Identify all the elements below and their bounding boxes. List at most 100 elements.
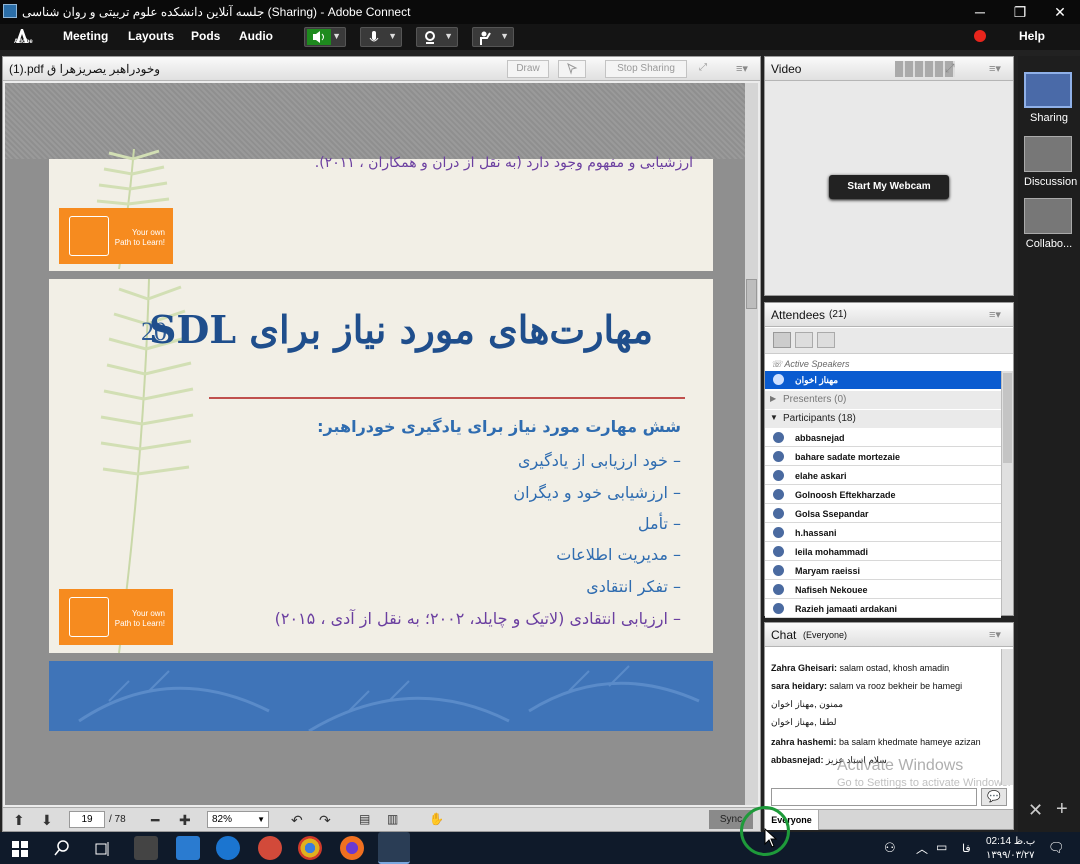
- participant-row[interactable]: elahe askari: [765, 467, 1001, 485]
- zoom-in-icon[interactable]: ✚: [179, 812, 191, 829]
- chevron-down-icon: ▼: [770, 413, 778, 422]
- chevron-down-icon[interactable]: ▼: [388, 31, 397, 41]
- pod-options-icon[interactable]: ≡▾: [989, 62, 1001, 75]
- chat-input[interactable]: [771, 788, 977, 806]
- menu-audio[interactable]: Audio: [239, 29, 273, 43]
- fullscreen-icon[interactable]: ⤢: [693, 60, 713, 78]
- active-speakers-label: ☏ Active Speakers: [771, 359, 850, 369]
- hand-tool-icon[interactable]: ✋: [429, 812, 444, 826]
- slide-subtitle: شش مهارت مورد نیاز برای یادگیری خودراهبر…: [317, 417, 681, 436]
- layout-sharing[interactable]: Sharing: [1024, 72, 1074, 124]
- raise-hand-toggle[interactable]: ▼: [472, 27, 514, 47]
- page-up-icon[interactable]: ⬆: [13, 812, 25, 829]
- send-message-icon[interactable]: 💬: [981, 788, 1007, 806]
- microphone-toggle[interactable]: ▼: [360, 27, 402, 47]
- pod-options-icon[interactable]: ≡▾: [989, 308, 1001, 321]
- paint-app-icon[interactable]: [258, 836, 282, 860]
- layout-collaboration[interactable]: Collabo...: [1024, 198, 1074, 250]
- task-view-icon[interactable]: [94, 841, 110, 857]
- network-icon[interactable]: ▭: [936, 840, 947, 854]
- document-scrollbar[interactable]: [745, 83, 758, 805]
- attendees-scrollbar[interactable]: [1001, 371, 1013, 615]
- language-indicator[interactable]: فا: [962, 842, 971, 855]
- adobe-connect-app-icon: [3, 4, 17, 18]
- page-number-input[interactable]: 19: [69, 811, 105, 828]
- chevron-down-icon[interactable]: ▼: [444, 31, 453, 41]
- start-webcam-button[interactable]: Start My Webcam: [829, 175, 949, 199]
- menu-help[interactable]: Help: [1019, 29, 1045, 43]
- adobe-connect-taskbar-icon[interactable]: [378, 832, 410, 864]
- draw-button[interactable]: Draw: [507, 60, 549, 78]
- presenters-group[interactable]: ▶ Presenters (0): [765, 391, 1001, 409]
- phone-icon: ☏: [771, 359, 785, 369]
- menu-meeting[interactable]: Meeting: [63, 29, 108, 43]
- two-page-icon[interactable]: ▥: [387, 812, 398, 826]
- menu-layouts[interactable]: Layouts: [128, 29, 174, 43]
- undo-icon[interactable]: ↶: [291, 812, 303, 829]
- user-icon: [773, 489, 784, 500]
- pointer-tool-button[interactable]: [558, 60, 586, 78]
- chevron-down-icon[interactable]: ▼: [332, 31, 341, 41]
- participants-group[interactable]: ▼ Participants (18): [765, 410, 1001, 428]
- control-panel-app-icon[interactable]: [176, 836, 200, 860]
- participant-row[interactable]: Razieh jamaati ardakani: [765, 600, 1001, 618]
- participant-row[interactable]: bahare sadate mortezaie: [765, 448, 1001, 466]
- redo-icon[interactable]: ↷: [319, 812, 331, 829]
- chat-scrollbar[interactable]: [1001, 649, 1013, 785]
- shared-file-name: (1).pdf وخودراهبر یصریزهرا ق: [9, 62, 161, 76]
- stop-sharing-button[interactable]: Stop Sharing: [605, 60, 687, 78]
- collaboration-layout-icon: [1024, 198, 1072, 234]
- chat-pod-header: Chat (Everyone) ≡▾: [765, 623, 1013, 647]
- windows-start-icon[interactable]: [12, 841, 28, 857]
- calculator-app-icon[interactable]: [134, 836, 158, 860]
- scrollbar-thumb[interactable]: [746, 279, 757, 309]
- minimize-button[interactable]: ─: [960, 2, 1000, 22]
- layout-label: Sharing: [1030, 112, 1068, 124]
- pod-options-icon[interactable]: ≡▾: [989, 628, 1001, 641]
- record-indicator-icon[interactable]: [974, 30, 986, 42]
- speaker-toggle[interactable]: ▼: [304, 27, 346, 47]
- participant-row[interactable]: abbasnejad: [765, 429, 1001, 447]
- chrome-icon[interactable]: [298, 836, 322, 860]
- people-icon[interactable]: ⚇: [884, 840, 896, 856]
- close-layout-icon[interactable]: ✕: [1028, 800, 1043, 821]
- active-speaker-row[interactable]: مهناز اخوان: [765, 371, 1001, 389]
- firefox-icon[interactable]: [340, 836, 364, 860]
- close-button[interactable]: ✕: [1040, 2, 1080, 22]
- single-page-icon[interactable]: ▤: [359, 812, 370, 826]
- sharing-layout-icon: [1024, 72, 1072, 108]
- discussion-layout-icon: [1024, 136, 1072, 172]
- layout-discussion[interactable]: Discussion: [1024, 136, 1077, 188]
- participant-row[interactable]: Nafiseh Nekouee: [765, 581, 1001, 599]
- page-total: / 78: [109, 814, 126, 825]
- participant-row[interactable]: Golnoosh Eftekharzade: [765, 486, 1001, 504]
- menu-pods[interactable]: Pods: [191, 29, 220, 43]
- webcam-icon: [425, 31, 435, 44]
- page-down-icon[interactable]: ⬇: [41, 812, 53, 829]
- zoom-out-icon[interactable]: ━: [151, 812, 159, 829]
- add-layout-icon[interactable]: +: [1056, 798, 1068, 821]
- role-view-icon[interactable]: [795, 332, 813, 348]
- chevron-up-icon[interactable]: ︿: [916, 840, 928, 857]
- clock-time[interactable]: 02:14 ب.ظ: [986, 836, 1035, 847]
- participant-row[interactable]: h.hassani: [765, 524, 1001, 542]
- notifications-icon[interactable]: 🗨: [1048, 840, 1065, 856]
- scrollbar-thumb[interactable]: [1003, 373, 1012, 463]
- restore-button[interactable]: ❐: [1000, 2, 1040, 22]
- mouse-cursor-icon: [764, 828, 778, 848]
- participant-row[interactable]: leila mohammadi: [765, 543, 1001, 561]
- clock-date[interactable]: ۱۳۹۹/۰۳/۲۷: [986, 850, 1035, 861]
- sort-icon[interactable]: [817, 332, 835, 348]
- search-icon[interactable]: [54, 840, 70, 856]
- participant-row[interactable]: Maryam raeissi: [765, 562, 1001, 580]
- chevron-right-icon: ▶: [770, 394, 777, 403]
- pod-options-icon[interactable]: ≡▾: [736, 62, 748, 75]
- chevron-down-icon[interactable]: ▼: [500, 31, 509, 41]
- fullscreen-icon[interactable]: ⤢: [945, 61, 955, 76]
- webcam-toggle[interactable]: ▼: [416, 27, 458, 47]
- participant-row[interactable]: Golsa Ssepandar: [765, 505, 1001, 523]
- document-viewport[interactable]: ارزشیابی و مفهوم وجود دارد (به نقل از در…: [5, 83, 758, 805]
- zoom-select[interactable]: 82% ▼: [207, 811, 269, 828]
- list-view-icon[interactable]: [773, 332, 791, 348]
- internet-explorer-icon[interactable]: [216, 836, 240, 860]
